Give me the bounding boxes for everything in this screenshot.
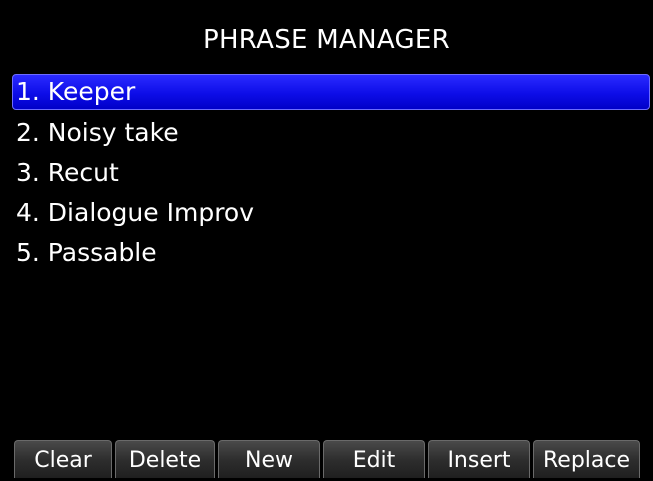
phrase-list: 1. Keeper 2. Noisy take 3. Recut 4. Dial… bbox=[0, 74, 653, 274]
phrase-item-4[interactable]: 4. Dialogue Improv bbox=[0, 194, 653, 234]
delete-button[interactable]: Delete bbox=[115, 440, 215, 478]
phrase-item-5[interactable]: 5. Passable bbox=[0, 234, 653, 274]
insert-button[interactable]: Insert bbox=[428, 440, 530, 478]
page-title: PHRASE MANAGER bbox=[202, 25, 451, 55]
phrase-manager-screen: PHRASE MANAGER 1. Keeper 2. Noisy take 3… bbox=[0, 0, 653, 481]
softkey-bar: Clear Delete New Edit Insert Replace bbox=[14, 440, 646, 478]
edit-button[interactable]: Edit bbox=[323, 440, 425, 478]
replace-button[interactable]: Replace bbox=[533, 440, 640, 478]
phrase-item-3[interactable]: 3. Recut bbox=[0, 154, 653, 194]
clear-button[interactable]: Clear bbox=[14, 440, 112, 478]
phrase-item-2[interactable]: 2. Noisy take bbox=[0, 114, 653, 154]
new-button[interactable]: New bbox=[218, 440, 320, 478]
phrase-item-1[interactable]: 1. Keeper bbox=[12, 74, 650, 110]
